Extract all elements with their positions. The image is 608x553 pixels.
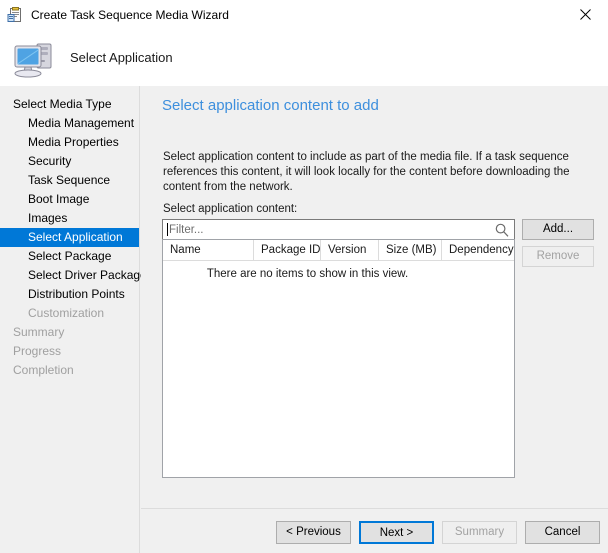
list-header-row: Name Package ID Version Size (MB) Depend… xyxy=(163,240,514,261)
sidebar-item-select-media-type[interactable]: Select Media Type xyxy=(0,95,139,114)
column-header-dependency[interactable]: Dependency xyxy=(442,240,514,260)
wizard-step-nav: Select Media Type Media Management Media P… xyxy=(0,86,147,553)
wizard-body: Select Media Type Media Management Media P… xyxy=(0,86,608,553)
sidebar-item-select-driver-package[interactable]: Select Driver Package xyxy=(0,266,147,285)
header-title: Select Application xyxy=(70,50,173,65)
sidebar-item-media-management[interactable]: Media Management xyxy=(0,114,139,133)
column-header-size[interactable]: Size (MB) xyxy=(379,240,442,260)
wizard-footer: < Previous Next > Summary Cancel xyxy=(141,509,608,553)
wizard-content-pane: Select application content to add Select… xyxy=(141,86,608,553)
title-bar: Create Task Sequence Media Wizard xyxy=(0,0,608,29)
computer-icon xyxy=(10,34,58,82)
content-field-label: Select application content: xyxy=(163,203,298,215)
next-button[interactable]: Next > xyxy=(359,521,434,544)
sidebar-item-images[interactable]: Images xyxy=(0,209,139,228)
summary-button: Summary xyxy=(442,521,517,544)
filter-input[interactable]: Filter... xyxy=(162,219,515,240)
sidebar-item-media-properties[interactable]: Media Properties xyxy=(0,133,139,152)
wizard-window: Create Task Sequence Media Wizard Select… xyxy=(0,0,608,553)
page-title: Select application content to add xyxy=(162,97,379,114)
filter-placeholder: Filter... xyxy=(169,223,204,236)
cancel-button[interactable]: Cancel xyxy=(525,521,600,544)
sidebar-item-progress: Progress xyxy=(13,344,62,358)
text-caret xyxy=(167,223,168,236)
wizard-clipboard-icon xyxy=(7,6,23,23)
window-title: Create Task Sequence Media Wizard xyxy=(31,7,229,22)
sidebar-item-customization: Customization xyxy=(28,306,105,320)
empty-list-message: There are no items to show in this view. xyxy=(206,268,409,280)
sidebar-item-select-application[interactable]: Select Application xyxy=(0,228,139,247)
wizard-header: Select Application xyxy=(0,29,608,86)
sidebar-item-completion: Completion xyxy=(13,363,74,377)
page-description: Select application content to include as… xyxy=(163,151,570,193)
search-icon[interactable] xyxy=(494,222,510,238)
column-header-package-id[interactable]: Package ID xyxy=(254,240,321,260)
sidebar-item-task-sequence[interactable]: Task Sequence xyxy=(0,171,139,190)
previous-button[interactable]: < Previous xyxy=(276,521,351,544)
remove-button: Remove xyxy=(522,246,594,267)
application-content-list[interactable]: Name Package ID Version Size (MB) Depend… xyxy=(162,239,515,478)
sidebar-item-boot-image[interactable]: Boot Image xyxy=(0,190,139,209)
column-header-version[interactable]: Version xyxy=(321,240,379,260)
sidebar-item-select-package[interactable]: Select Package xyxy=(0,247,139,266)
add-button[interactable]: Add... xyxy=(522,219,594,240)
sidebar-item-summary: Summary xyxy=(13,325,65,339)
column-header-name[interactable]: Name xyxy=(163,240,254,260)
sidebar-item-distribution-points[interactable]: Distribution Points xyxy=(0,285,139,304)
close-icon[interactable] xyxy=(562,0,608,29)
sidebar-item-security[interactable]: Security xyxy=(0,152,139,171)
